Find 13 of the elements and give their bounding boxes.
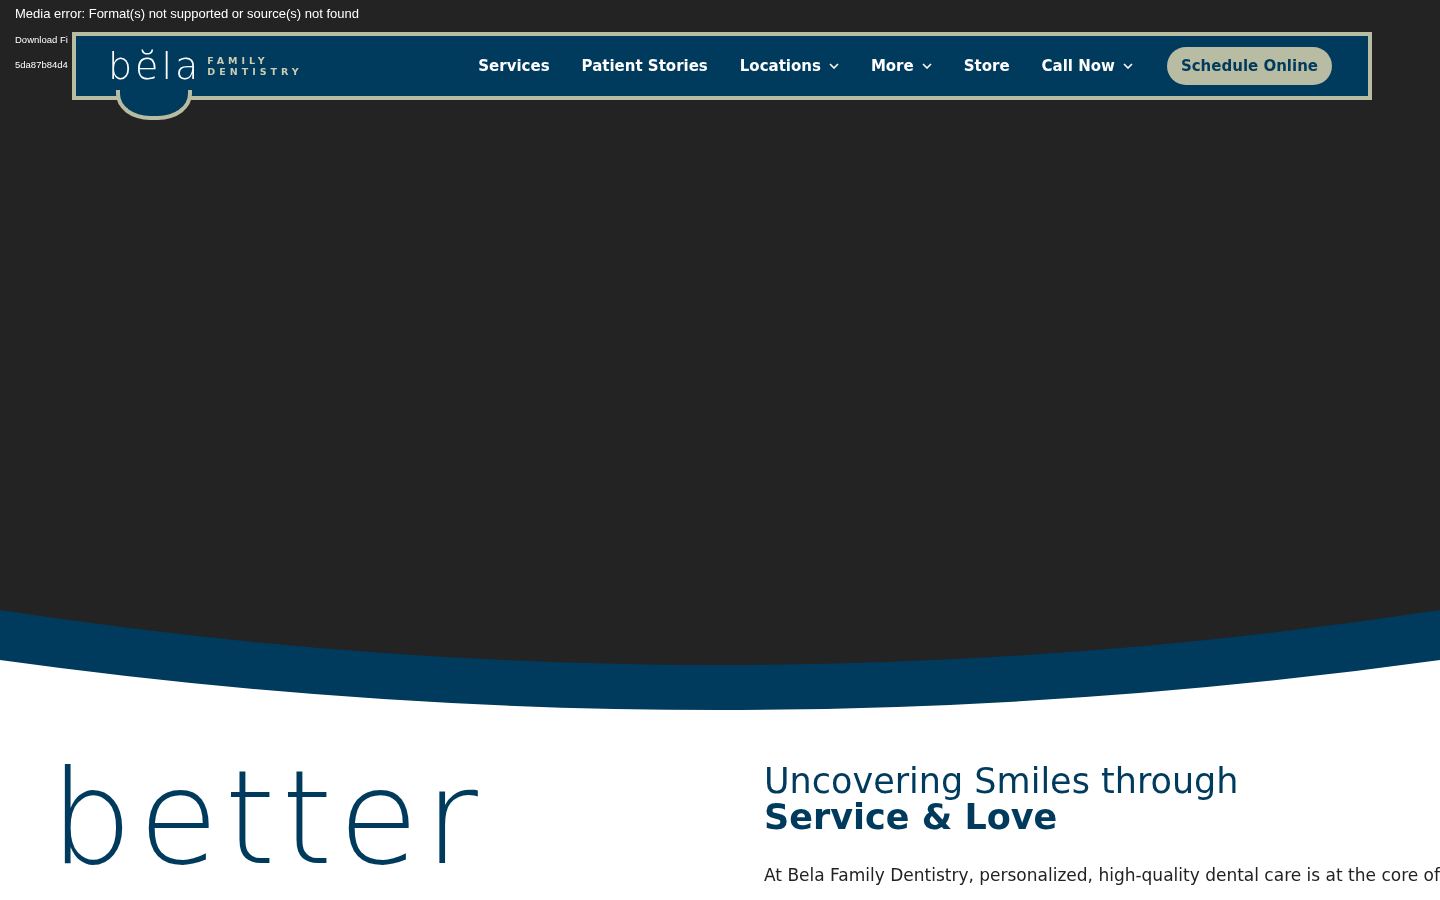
nav-link[interactable]: Locations (739, 57, 839, 75)
section-heading: Uncovering Smiles through Service & Love (764, 763, 1240, 835)
nav-link[interactable]: Call Now (1041, 57, 1133, 75)
download-link[interactable]: Download Fi (15, 33, 68, 46)
nav-link[interactable]: Services (478, 57, 550, 75)
nav-link[interactable]: Store (963, 57, 1010, 75)
file-id: 5da87b84d4 (15, 58, 68, 71)
schedule-button[interactable]: Schedule Online (1166, 47, 1332, 85)
nav-link[interactable]: More (870, 57, 932, 75)
error-message: Media error: Format(s) not supported or source(s) not found (15, 6, 359, 21)
intro-paragraph: At Bela Family Dentistry, personalized, high-quality dental care is at the core of (764, 865, 1440, 885)
nav-link[interactable]: Patient Stories (581, 57, 708, 75)
decorative-word: better (50, 753, 484, 883)
